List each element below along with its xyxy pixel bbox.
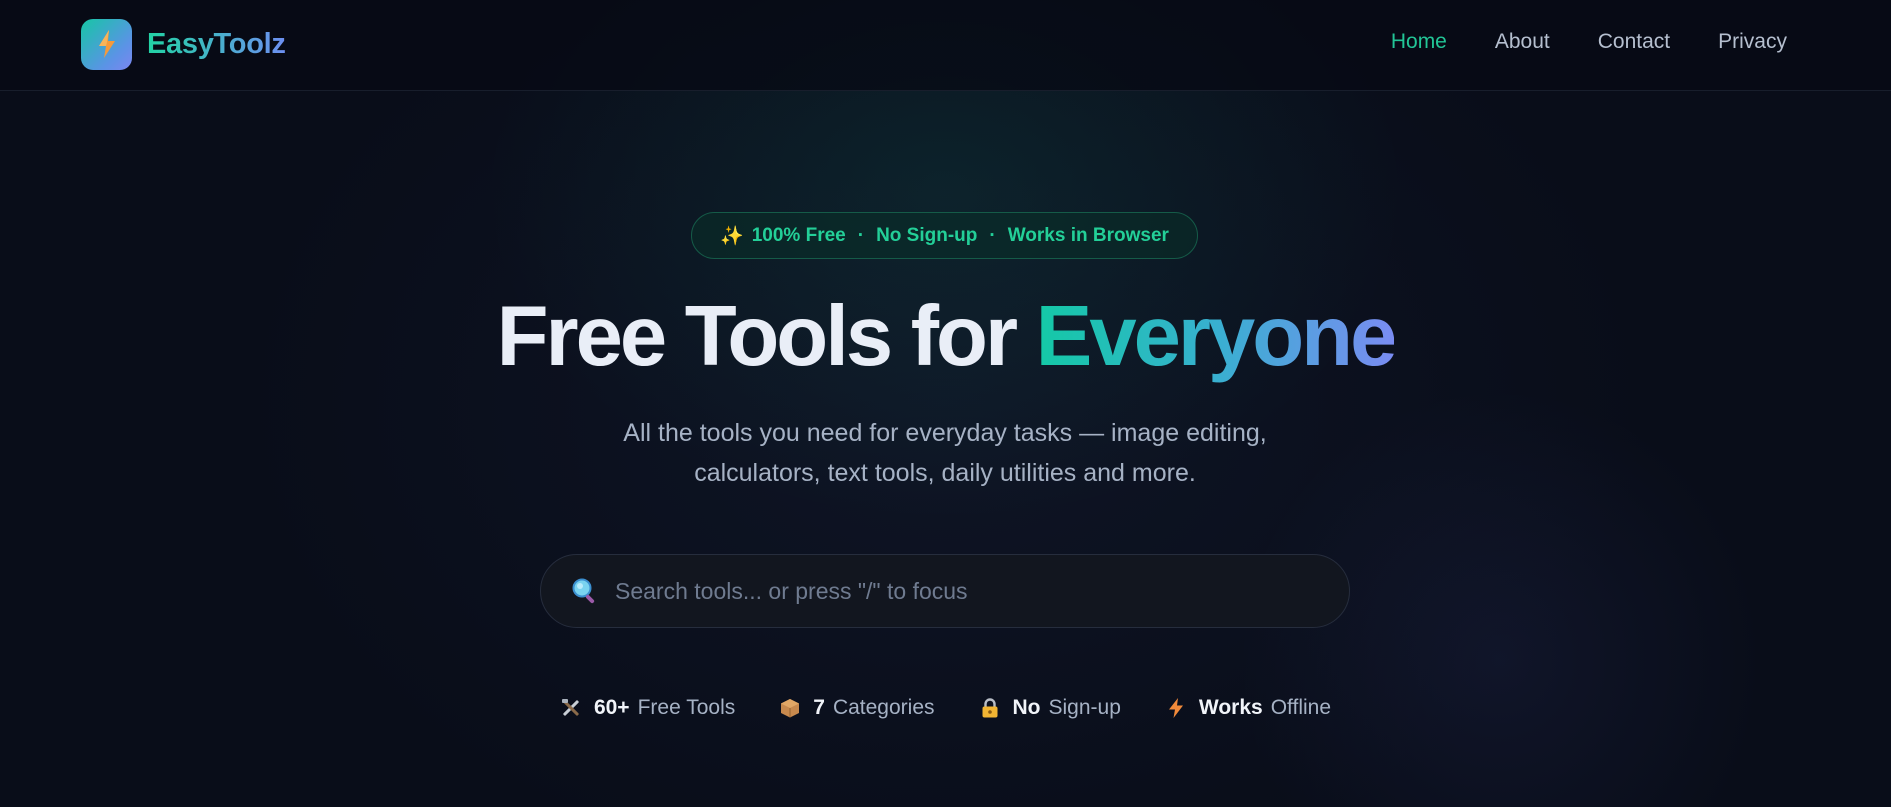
search-input[interactable] — [615, 555, 1349, 627]
nav-item-home[interactable]: Home — [1391, 30, 1447, 54]
stat-label: Categories — [832, 696, 935, 719]
headline-accent: Everyone — [1035, 289, 1398, 384]
badge-part-free: 100% Free — [751, 224, 846, 246]
stat-signup: No Sign-up — [979, 696, 1121, 720]
nav-item-privacy[interactable]: Privacy — [1718, 30, 1787, 54]
stat-value: Works — [1198, 696, 1263, 719]
package-icon — [779, 697, 801, 719]
stat-categories: 7 Categories — [779, 696, 935, 720]
stat-value: No — [1012, 696, 1041, 719]
lightning-icon — [1165, 697, 1187, 719]
navbar: EasyToolz Home About Contact Privacy — [0, 0, 1891, 91]
search-bar[interactable] — [540, 554, 1350, 628]
brand-name: EasyToolz — [147, 27, 286, 60]
tools-icon — [560, 697, 582, 719]
badge-separator: · — [857, 224, 865, 246]
page-title: Free Tools for Everyone — [0, 294, 1891, 379]
nav-item-about[interactable]: About — [1495, 30, 1550, 54]
brand-logo[interactable]: EasyToolz — [81, 18, 286, 70]
nav-item-contact[interactable]: Contact — [1598, 30, 1670, 54]
magnifier-icon — [571, 577, 599, 605]
feature-badge: ✨ 100% Free · No Sign-up · Works in Brow… — [691, 212, 1198, 259]
stat-offline: Works Offline — [1165, 696, 1331, 720]
stat-value: 7 — [813, 696, 825, 719]
stat-label: Free Tools — [637, 696, 736, 719]
lightning-bolt-icon — [81, 18, 132, 70]
stat-tools: 60+ Free Tools — [560, 696, 735, 720]
stat-label: Sign-up — [1048, 696, 1121, 719]
headline-prefix: Free Tools for — [496, 289, 1036, 384]
hero-section: ✨ 100% Free · No Sign-up · Works in Brow… — [0, 91, 1891, 807]
badge-part-signup: No Sign-up — [876, 224, 978, 246]
sparkles-icon: ✨ — [720, 225, 744, 247]
badge-separator: · — [989, 224, 996, 246]
hero-subtitle: All the tools you need for everyday task… — [623, 419, 1267, 487]
stat-label: Offline — [1270, 696, 1332, 719]
main-nav: Home About Contact Privacy — [1391, 30, 1787, 54]
badge-part-browser: Works in Browser — [1007, 224, 1169, 246]
stats-row: 60+ Free Tools 7 Categories No Sign-up W… — [0, 696, 1891, 720]
lock-icon — [979, 697, 1001, 719]
stat-value: 60+ — [593, 696, 630, 719]
